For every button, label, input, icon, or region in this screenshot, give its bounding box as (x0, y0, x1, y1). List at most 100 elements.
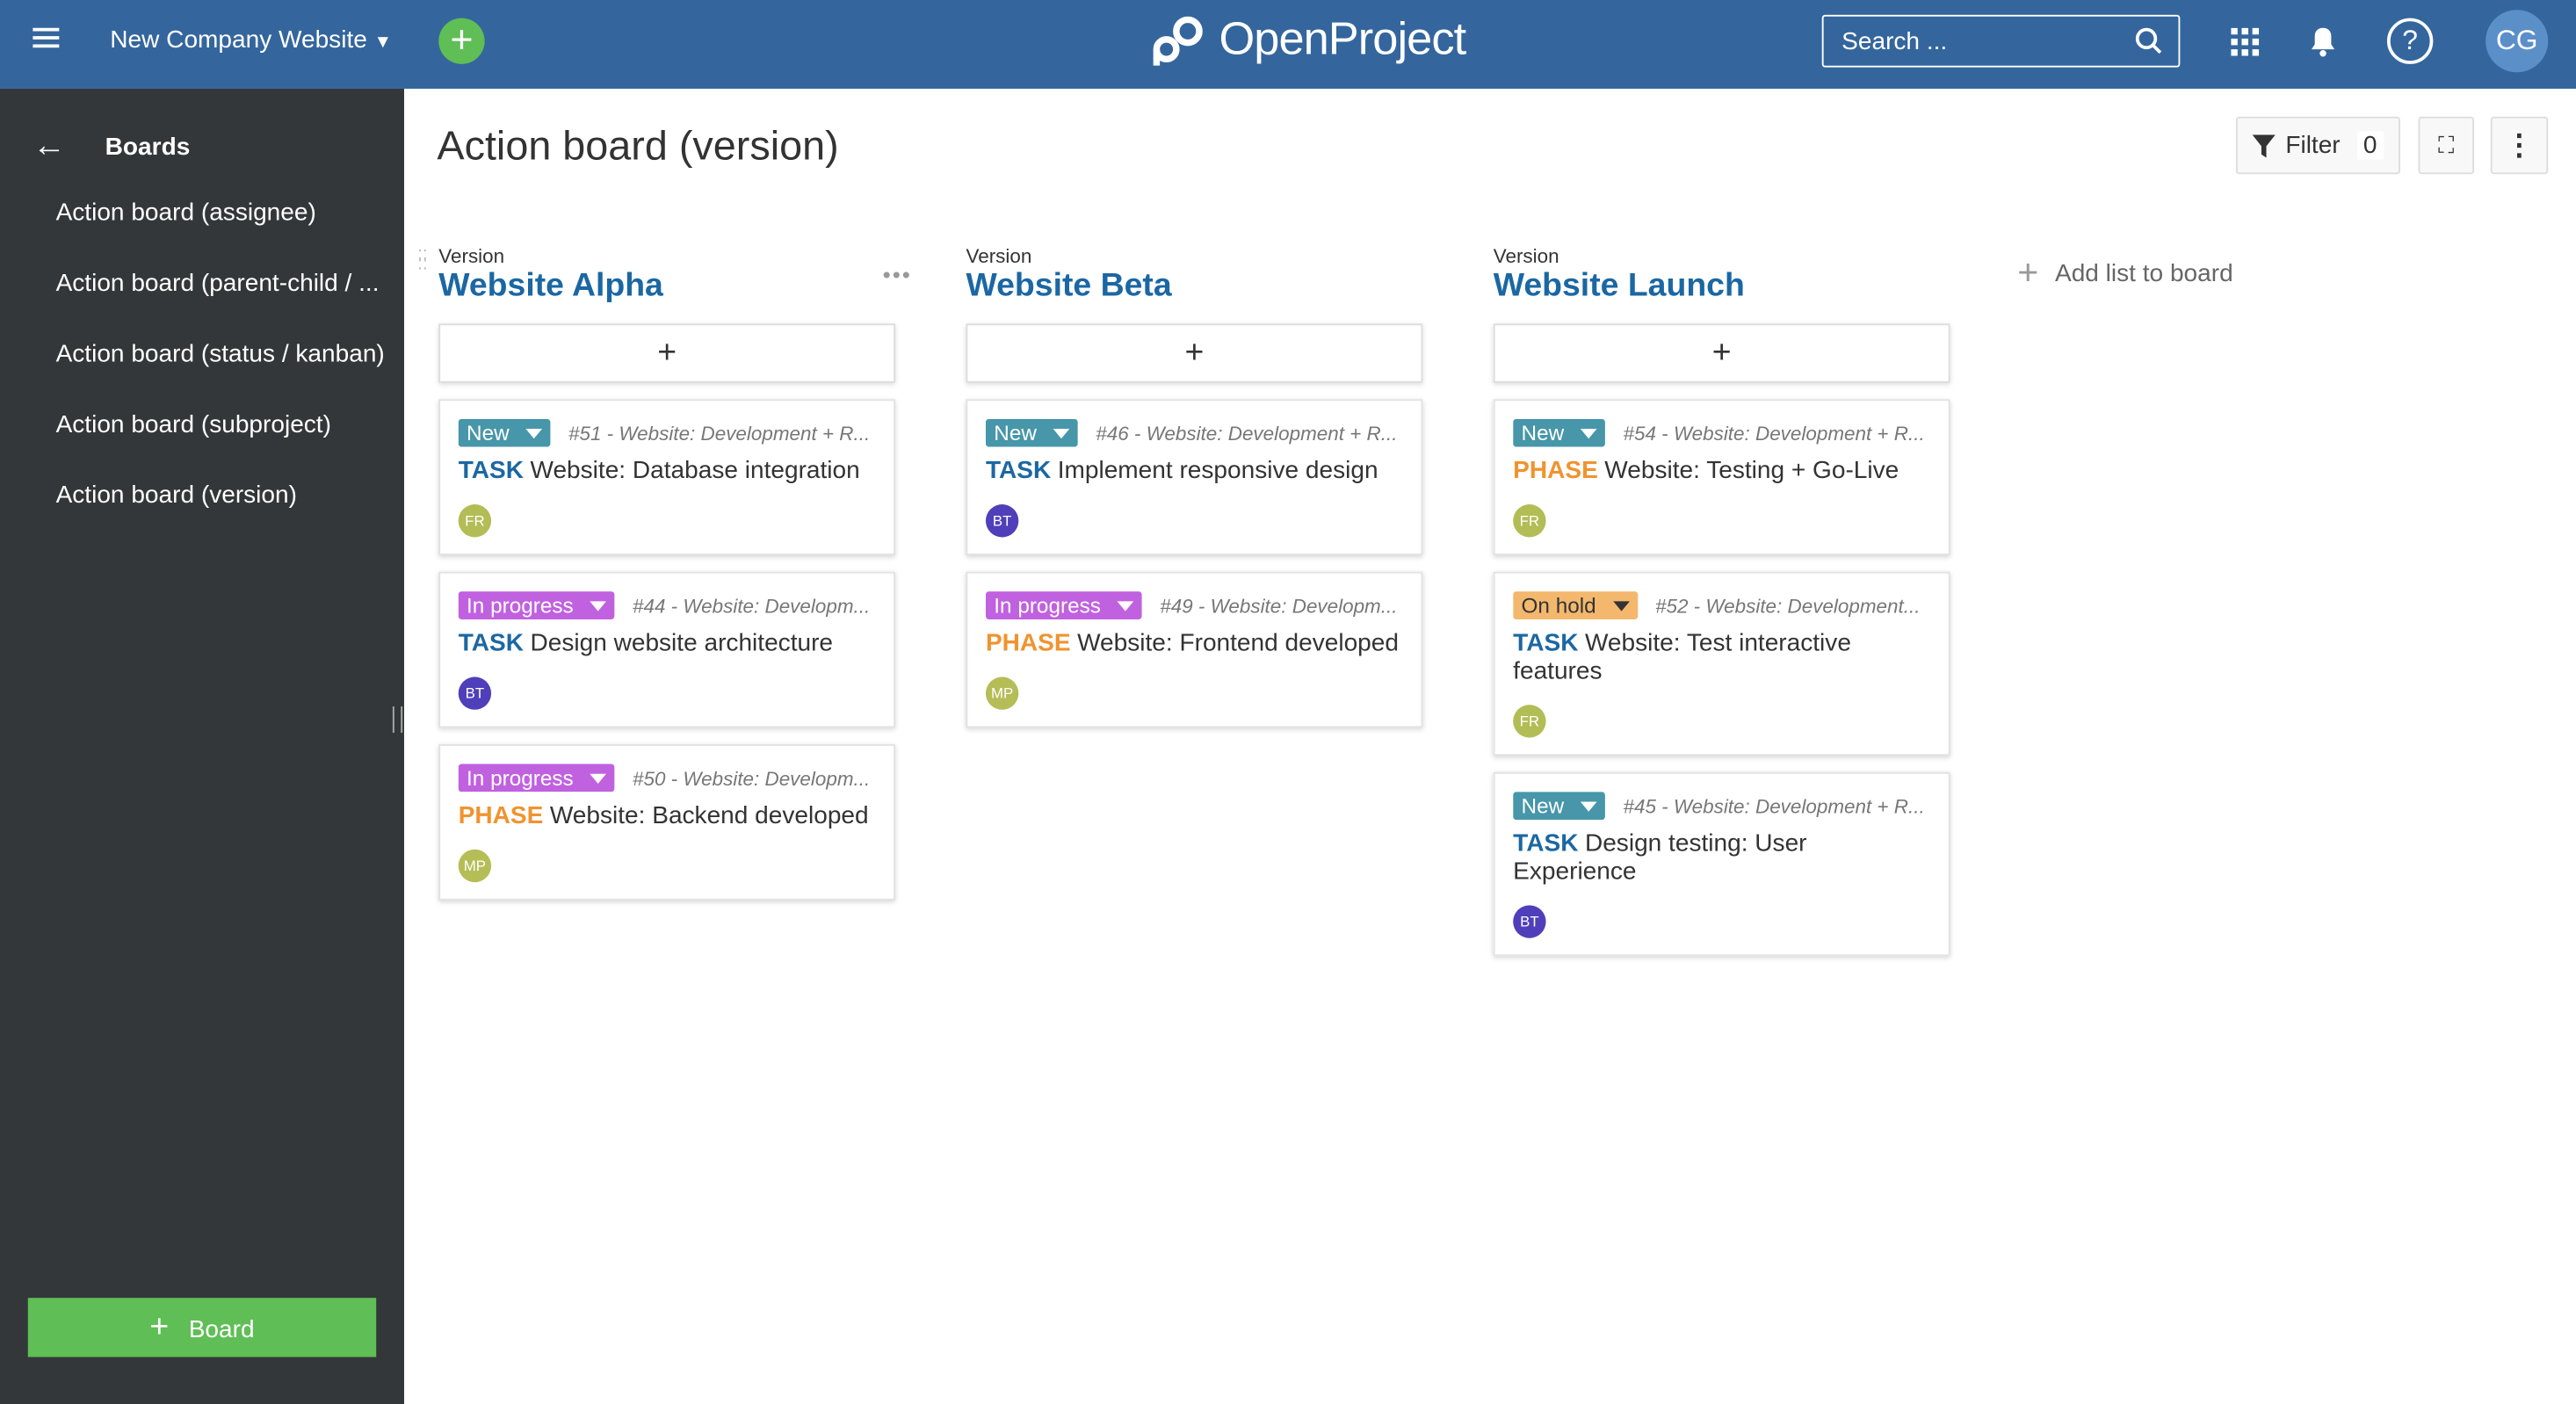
assignee-avatar[interactable]: BT (458, 677, 492, 710)
openproject-logo-icon (1153, 16, 1203, 66)
plus-icon: + (2017, 251, 2039, 293)
board-area: Action board (version) Filter 0 ⛶ ⋮ ⁚⁚ ⁚⁚… (404, 89, 2576, 1404)
assignee-avatar[interactable]: FR (1513, 504, 1546, 538)
card-type: TASK (458, 456, 525, 485)
create-button[interactable]: + (438, 18, 485, 64)
card-title: Website: Frontend developed (1077, 629, 1399, 657)
project-selector[interactable]: New Company Website ▼ (110, 26, 392, 54)
status-dropdown[interactable]: New (1513, 418, 1605, 447)
card-subject[interactable]: PHASE Website: Frontend developed (986, 629, 1403, 657)
sidebar-title: Boards (105, 133, 191, 162)
filter-icon (2252, 134, 2276, 157)
logo[interactable]: OpenProject (1150, 13, 1466, 66)
assignee-avatar[interactable]: MP (458, 849, 492, 883)
work-package-card[interactable]: New #46 - Website: Development + R... TA… (966, 399, 1423, 556)
menu-icon[interactable] (33, 27, 60, 51)
card-subject[interactable]: TASK Implement responsive design (986, 457, 1403, 485)
status-dropdown[interactable]: New (1513, 792, 1605, 821)
list-label: Version (1493, 244, 1559, 268)
search-input[interactable]: Search ... (1821, 14, 2181, 68)
status-label: New (1521, 420, 1565, 445)
add-board-button[interactable]: + Board (27, 1298, 377, 1357)
search-placeholder: Search ... (1842, 27, 1948, 56)
card-title: Design website architecture (530, 629, 834, 657)
caret-down-icon: ▼ (373, 33, 393, 53)
assignee-avatar[interactable]: MP (985, 677, 1019, 710)
assignee-avatar[interactable]: BT (985, 504, 1019, 538)
card-title: Implement responsive design (1057, 456, 1378, 485)
sidebar-item-version[interactable]: Action board (version) (56, 481, 297, 510)
work-package-card[interactable]: New #45 - Website: Development + R... TA… (1493, 771, 1950, 957)
work-package-card[interactable]: New #51 - Website: Development + R... TA… (438, 399, 896, 556)
add-card-button[interactable]: + (966, 323, 1423, 383)
list-title[interactable]: Website Alpha (438, 268, 895, 306)
board-list: ⁚⁚ ⁚⁚ ••• Version Website Alpha + New #51 -… (417, 245, 910, 901)
filter-button[interactable]: Filter 0 (2235, 116, 2400, 175)
user-avatar[interactable]: CG (2486, 10, 2549, 73)
page-title: Action board (version) (437, 123, 839, 170)
project-name: New Company Website (110, 25, 367, 54)
card-meta: #52 - Website: Development... (1655, 593, 1921, 618)
board-list: Version Website Beta + New #46 - Website… (966, 245, 1423, 728)
sidebar-resize-handle[interactable] (392, 706, 403, 733)
add-board-label: Board (188, 1315, 255, 1344)
top-header: New Company Website ▼ + OpenProject Sear… (0, 0, 2576, 89)
add-card-button[interactable]: + (1493, 323, 1950, 383)
status-dropdown[interactable]: New (458, 418, 551, 447)
card-type: TASK (985, 456, 1052, 485)
card-meta: #45 - Website: Development + R... (1623, 794, 1925, 818)
card-meta: #44 - Website: Developm... (632, 593, 871, 618)
filter-label: Filter (2285, 131, 2341, 160)
list-title[interactable]: Website Beta (966, 268, 1423, 306)
status-label: In progress (994, 593, 1101, 619)
status-label: In progress (467, 593, 574, 619)
list-menu-icon[interactable]: ••• (883, 261, 912, 287)
status-dropdown[interactable]: New (985, 418, 1078, 447)
card-type: PHASE (458, 801, 544, 830)
assignee-avatar[interactable]: BT (1513, 905, 1546, 938)
status-dropdown[interactable]: On hold (1513, 591, 1638, 619)
sidebar-item-subproject[interactable]: Action board (subproject) (56, 410, 331, 438)
status-label: In progress (467, 765, 574, 791)
work-package-card[interactable]: In progress #49 - Website: Developm... P… (966, 571, 1423, 728)
card-meta: #54 - Website: Development + R... (1623, 421, 1925, 445)
bell-icon[interactable] (2310, 26, 2336, 58)
card-subject[interactable]: TASK Website: Test interactive features (1513, 629, 1930, 685)
assignee-avatar[interactable]: FR (458, 504, 492, 538)
sidebar-item-assignee[interactable]: Action board (assignee) (56, 199, 316, 227)
assignee-avatar[interactable]: FR (1513, 705, 1546, 738)
add-list-button[interactable]: + Add list to board (2017, 251, 2232, 294)
drag-handle-icon[interactable]: ⁚⁚ ⁚⁚ (417, 249, 428, 273)
card-subject[interactable]: TASK Website: Database integration (459, 457, 876, 485)
modules-grid-icon[interactable] (2231, 27, 2260, 56)
card-type: TASK (1513, 829, 1579, 858)
caret-down-icon (1612, 600, 1630, 611)
card-subject[interactable]: PHASE Website: Testing + Go-Live (1513, 457, 1930, 485)
work-package-card[interactable]: In progress #44 - Website: Developm... T… (438, 571, 896, 728)
search-icon[interactable] (2134, 26, 2164, 56)
card-subject[interactable]: TASK Design website architecture (459, 629, 876, 657)
card-type: TASK (458, 629, 525, 657)
help-icon[interactable]: ? (2386, 18, 2434, 64)
add-card-button[interactable]: + (438, 323, 896, 383)
card-type: PHASE (985, 629, 1071, 657)
status-dropdown[interactable]: In progress (985, 591, 1142, 619)
status-dropdown[interactable]: In progress (458, 591, 615, 619)
status-label: New (1521, 793, 1565, 819)
fullscreen-button[interactable]: ⛶ (2418, 116, 2475, 175)
sidebar-item-status[interactable]: Action board (status / kanban) (56, 340, 385, 368)
card-subject[interactable]: PHASE Website: Backend developed (459, 802, 876, 830)
more-options-button[interactable]: ⋮ (2490, 116, 2549, 175)
card-type: PHASE (1513, 456, 1598, 485)
list-title[interactable]: Website Launch (1494, 268, 1950, 306)
work-package-card[interactable]: On hold #52 - Website: Development... TA… (1493, 571, 1950, 756)
card-subject[interactable]: TASK Design testing: User Experience (1513, 829, 1930, 886)
sidebar-item-parent-child[interactable]: Action board (parent-child / ... (56, 270, 380, 298)
work-package-card[interactable]: New #54 - Website: Development + R... PH… (1493, 399, 1950, 556)
card-meta: #50 - Website: Developm... (632, 766, 871, 790)
work-package-card[interactable]: In progress #50 - Website: Developm... P… (438, 744, 896, 901)
back-to-boards[interactable]: ← Boards (33, 128, 190, 166)
card-title: Website: Database integration (530, 456, 860, 485)
status-dropdown[interactable]: In progress (458, 764, 615, 792)
status-label: New (994, 420, 1037, 445)
